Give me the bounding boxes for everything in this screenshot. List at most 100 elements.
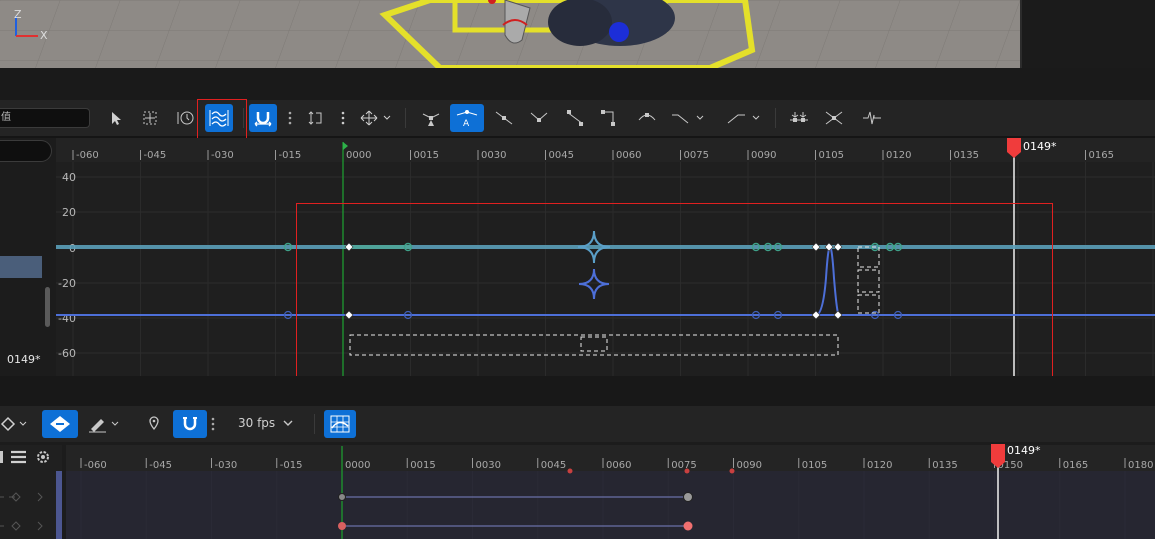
y-axis-label: -20 [58,277,76,290]
toolbar-divider [775,108,776,128]
tangent-auto-icon [422,113,440,126]
toolbar-divider [243,108,244,128]
normalize-view-button[interactable] [205,104,233,132]
selected-key [833,242,843,252]
outliner-selected-row[interactable] [0,256,42,278]
location-pin-icon [149,416,159,431]
ruler-tick-label: 0135 [954,150,979,161]
selected-key [344,242,354,252]
ruler-tick-label: -030 [211,150,234,161]
level-viewport[interactable]: Z X [0,0,1020,68]
y-axis-label: 20 [62,206,76,219]
ruler-tick-label: 0030 [481,150,506,161]
playhead-time-label: 0149* [1023,140,1057,153]
ruler-tick-label: -045 [144,150,167,161]
filter-curves-button[interactable] [858,104,886,132]
key-type-dropdown[interactable] [0,410,28,438]
ruler-tick-label: 0045 [549,150,574,161]
dashed-selection-box [857,269,880,293]
axis-x-label: X [40,29,48,42]
move-tool-button[interactable] [356,104,396,132]
tangent-user-button[interactable] [490,104,518,132]
seq-left-header [0,450,49,464]
post-infinity-button[interactable] [724,104,766,132]
current-time-field[interactable]: 0149* [0,349,52,371]
post-infinity-icon [727,114,760,124]
ruler-tick-label: 0090 [737,460,762,471]
pre-infinity-button[interactable] [668,104,710,132]
ruler-tick-label: 0120 [867,460,892,471]
diamond-key-icon [0,416,27,432]
ruler-tick-label: 0105 [819,150,844,161]
key-reduce-button[interactable] [785,104,813,132]
ruler-tick-label: 0000 [346,150,371,161]
ruler-tick-label: 0180 [1128,460,1153,471]
tangent-linear-button[interactable] [561,104,589,132]
ruler-tick-label: 0105 [802,460,827,471]
panel-splitter[interactable] [0,68,1155,100]
pencil-icon [89,419,119,433]
magnet-icon [254,112,272,127]
ruler-tick-label: -015 [280,460,303,471]
tangent-break-button[interactable] [525,104,553,132]
flatten-tool-button[interactable] [302,104,330,132]
playback-start-marker [343,142,348,150]
viewport-scene [0,0,1020,68]
seq-snap-options-kebab-icon[interactable] [211,416,215,432]
ruler-tick-label: -015 [279,150,302,161]
ruler-tick-label: -060 [84,460,107,471]
ruler-tick-label: 0045 [541,460,566,471]
curve-editor-toggle-button[interactable] [324,410,356,438]
outliner-search-input[interactable] [0,140,52,162]
flatten-options-kebab-icon[interactable] [341,110,345,126]
track-color-bar [56,471,62,539]
auto-key-button[interactable] [42,410,78,438]
playhead-time-label: 0149* [1007,444,1041,457]
section-key-marker [567,468,573,474]
track-2-key-end [683,521,693,531]
snap-toggle-button[interactable] [249,104,277,132]
key-insert-icon [50,416,70,432]
tangent-weighted-button[interactable] [633,104,661,132]
panel-splitter[interactable] [0,376,1155,406]
outliner-scrollbar[interactable] [45,287,50,327]
chevron-down-icon [283,420,293,426]
key-flatten-icon [825,111,843,125]
toolbar-divider [314,414,315,434]
tangent-auto-clamped-button[interactable]: A [450,104,484,132]
ruler-tick-label: 0075 [684,150,709,161]
y-axis-label: 40 [62,171,76,184]
selected-key [811,242,821,252]
ruler-tick-label: 0000 [345,460,370,471]
select-tool-button[interactable] [102,104,130,132]
marker-button[interactable] [140,410,168,438]
edit-tool-dropdown[interactable] [86,410,124,438]
ruler-tick-label: 0015 [414,150,439,161]
retime-icon [177,111,194,125]
curve-blue-spike [815,245,840,316]
retime-tool-button[interactable] [171,104,199,132]
ruler-tick-label: 0090 [751,150,776,161]
ruler-tick-label: 0060 [616,150,641,161]
curve-graph-canvas[interactable]: 40200-20-40-60-060-045-030-0150000001500… [56,138,1155,376]
sequencer-canvas[interactable]: -060 -045 -030 -015 0000 0015 0030 0045 0060 0075… [66,442,1155,539]
axis-z-label: Z [14,8,22,21]
ruler-tick-label: -030 [215,460,238,471]
tangent-constant-button[interactable] [596,104,624,132]
seq-snap-toggle-button[interactable] [173,410,207,438]
ruler-tick-label: -060 [76,150,99,161]
transform-tool-button[interactable] [136,104,164,132]
tangent-auto-button[interactable] [417,104,445,132]
key-flatten-button[interactable] [820,104,848,132]
y-axis-label: -60 [58,347,76,360]
snap-options-kebab-icon[interactable] [288,110,292,126]
playhead-marker [1007,138,1021,158]
ruler-tick-label: 0060 [606,460,631,471]
track-key-navigators[interactable] [0,485,62,539]
dashed-selection-box [580,336,608,352]
ruler-tick-label: 0165 [1063,460,1088,471]
dashed-selection-box [857,294,880,314]
curve-search-input[interactable]: 值 [0,108,90,128]
svg-text:A: A [463,119,470,129]
fps-dropdown[interactable]: 30 fps [232,411,302,435]
